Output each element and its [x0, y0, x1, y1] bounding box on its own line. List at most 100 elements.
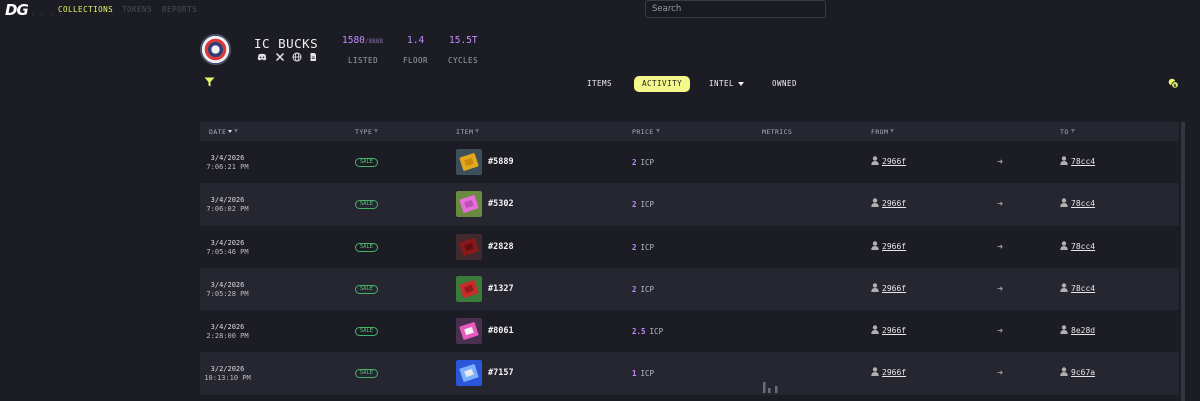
- top-nav: DG . . . . COLLECTIONS TOKENS REPORTS: [0, 0, 1200, 19]
- stat-cycles-label: CYCLES: [448, 56, 479, 65]
- item-id[interactable]: #1327: [488, 284, 514, 294]
- row-time: 2:28:00 PM: [206, 332, 249, 341]
- scrollbar[interactable]: [1181, 122, 1185, 401]
- logo[interactable]: DG: [5, 1, 29, 19]
- metrics-chart-icon: [763, 382, 778, 394]
- tab-intel-label: INTEL: [709, 79, 735, 88]
- item-id[interactable]: #5302: [488, 199, 514, 209]
- table-row: 3/4/2026 7:05:46 PM SALE #2828 2 ICP 2966f ➜ 78c…: [200, 226, 1179, 268]
- table-body: 3/4/2026 7:06:21 PM SALE #5889 2 ICP 2966f ➜ 78c…: [200, 141, 1179, 395]
- arrow-right-icon: ➜: [997, 368, 1004, 380]
- header-metrics: METRICS: [762, 128, 793, 136]
- item-thumbnail[interactable]: [456, 360, 482, 387]
- row-time: 7:05:28 PM: [206, 289, 249, 298]
- stat-listed-label: LISTED: [348, 56, 379, 65]
- filter-icon[interactable]: [204, 77, 215, 87]
- user-icon: [871, 283, 879, 292]
- x-icon[interactable]: [275, 52, 285, 62]
- user-icon: [871, 325, 879, 335]
- row-time: 7:06:02 PM: [206, 205, 249, 214]
- filter-icon: [655, 129, 660, 133]
- tab-activity[interactable]: ACTIVITY: [634, 76, 691, 92]
- discord-icon[interactable]: [257, 52, 267, 62]
- stat-cycles-value: 15.5T: [449, 35, 478, 46]
- table-row: 3/4/2026 7:06:02 PM SALE #5302 2 ICP 2966f ➜ 78c…: [200, 183, 1179, 226]
- coins-icon[interactable]: $: [1168, 78, 1179, 89]
- row-time: 7:05:46 PM: [206, 247, 249, 256]
- from-address[interactable]: 2966f: [871, 156, 906, 166]
- item-thumbnail[interactable]: [456, 318, 482, 345]
- user-icon: [1060, 156, 1068, 165]
- to-address[interactable]: 78cc4: [1060, 240, 1095, 251]
- tab-items[interactable]: ITEMS: [587, 76, 612, 92]
- from-address[interactable]: 2966f: [871, 283, 906, 293]
- item-thumbnail[interactable]: [456, 233, 482, 260]
- svg-text:$: $: [1173, 83, 1176, 89]
- row-date: 3/2/2026: [210, 365, 245, 374]
- nav-link-reports[interactable]: REPORTS: [162, 5, 197, 14]
- to-address[interactable]: 78cc4: [1060, 283, 1095, 293]
- nav-link-collections[interactable]: COLLECTIONS: [58, 5, 113, 14]
- nav-link-tokens[interactable]: TOKENS: [122, 5, 152, 14]
- from-address[interactable]: 2966f: [871, 198, 906, 208]
- tab-owned[interactable]: OWNED: [772, 76, 797, 92]
- item-id[interactable]: #5889: [488, 157, 514, 167]
- row-price: 1 ICP: [632, 369, 655, 379]
- user-icon: [1060, 240, 1068, 250]
- arrow-right-icon: ➜: [997, 241, 1004, 253]
- document-icon[interactable]: [308, 52, 318, 62]
- row-time: 10:13:10 PM: [204, 374, 251, 383]
- user-icon: [871, 367, 879, 377]
- item-thumbnail[interactable]: [456, 149, 482, 175]
- collection-avatar: [200, 34, 231, 65]
- user-icon: [1060, 283, 1068, 292]
- globe-icon[interactable]: [292, 52, 302, 62]
- stat-floor-label: FLOOR: [403, 56, 429, 65]
- to-address[interactable]: 78cc4: [1060, 156, 1095, 166]
- header-price[interactable]: PRICE: [632, 128, 660, 136]
- header-to[interactable]: TO: [1060, 128, 1075, 136]
- from-address[interactable]: 2966f: [871, 240, 906, 251]
- sale-badge: SALE: [355, 369, 378, 379]
- item-id[interactable]: #7157: [488, 368, 514, 378]
- row-date: 3/4/2026: [210, 280, 245, 289]
- table-row: 3/2/2026 10:13:10 PM SALE #7157 1 ICP 2966f ➜ 9c…: [200, 352, 1179, 395]
- sale-badge: SALE: [355, 284, 378, 294]
- user-icon: [1060, 367, 1068, 377]
- from-address[interactable]: 2966f: [871, 325, 906, 335]
- chevron-down-icon: [738, 82, 745, 86]
- user-icon: [871, 198, 879, 208]
- sort-down-icon: [228, 130, 233, 133]
- sale-badge: SALE: [355, 158, 378, 167]
- sale-badge: SALE: [355, 242, 378, 252]
- sale-badge: SALE: [355, 327, 378, 337]
- search-input[interactable]: [645, 0, 826, 18]
- row-date: 3/4/2026: [210, 238, 245, 247]
- activity-table: DATE TYPE ITEM PRICE METRICS FROM TO 3/4…: [200, 122, 1179, 395]
- filter-icon: [1070, 129, 1075, 133]
- stat-floor-value: 1.4: [407, 35, 425, 46]
- header-date[interactable]: DATE: [209, 128, 239, 136]
- filter-icon: [475, 129, 480, 133]
- to-address[interactable]: 9c67a: [1060, 367, 1095, 377]
- tab-intel[interactable]: INTEL: [709, 76, 745, 92]
- from-address[interactable]: 2966f: [871, 367, 906, 377]
- item-id[interactable]: #8061: [488, 326, 514, 336]
- item-thumbnail[interactable]: [456, 275, 482, 302]
- header-type[interactable]: TYPE: [355, 128, 379, 136]
- header-from[interactable]: FROM: [871, 128, 895, 136]
- row-price: 2.5 ICP: [632, 327, 664, 337]
- arrow-right-icon: ➜: [997, 199, 1004, 211]
- item-id[interactable]: #2828: [488, 242, 514, 252]
- row-price: 2 ICP: [632, 200, 655, 210]
- table-row: 3/4/2026 2:28:00 PM SALE #8061 2.5 ICP 2966f ➜ 8…: [200, 310, 1179, 352]
- header-item[interactable]: ITEM: [456, 128, 480, 136]
- item-thumbnail[interactable]: [456, 191, 482, 218]
- arrow-right-icon: ➜: [997, 283, 1004, 295]
- arrow-right-icon: ➜: [997, 326, 1004, 338]
- filter-icon: [234, 129, 239, 133]
- row-price: 2 ICP: [632, 158, 655, 167]
- to-address[interactable]: 78cc4: [1060, 198, 1095, 208]
- to-address[interactable]: 8e28d: [1060, 325, 1095, 335]
- row-price: 2 ICP: [632, 242, 655, 252]
